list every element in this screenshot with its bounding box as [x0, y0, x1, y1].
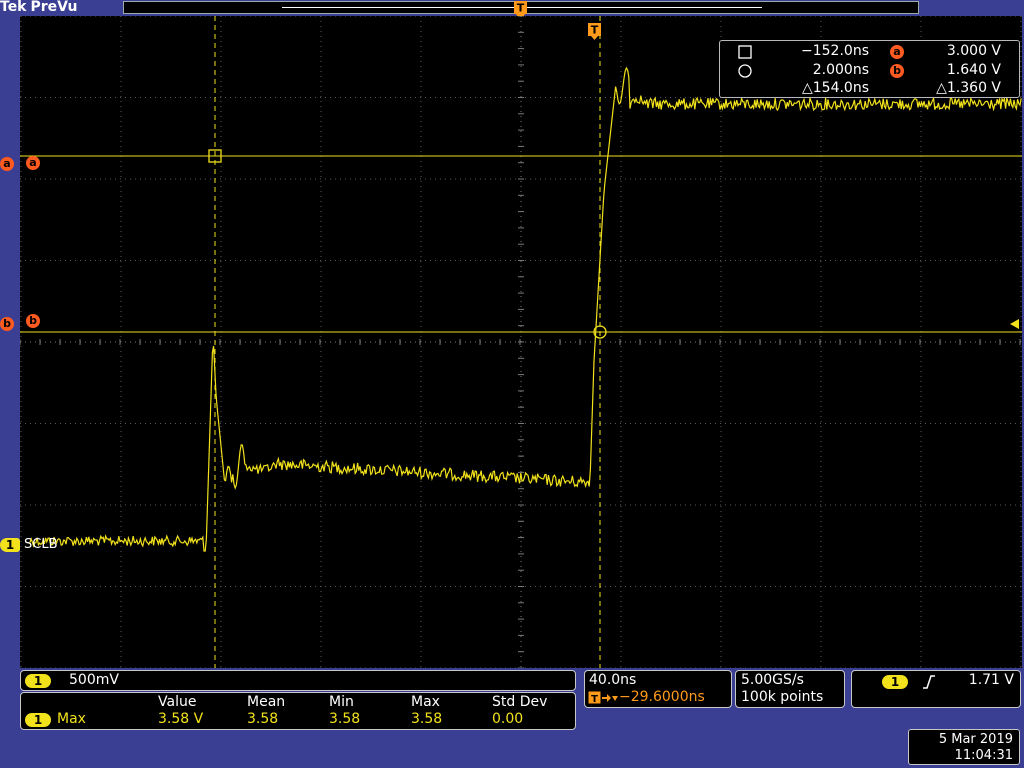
svg-text:T: T	[591, 694, 598, 705]
cursor-a-voltage: 3.000 V	[946, 43, 1001, 59]
cursor-b-badge: b	[0, 317, 14, 331]
meas-max: 3.58	[411, 711, 443, 727]
meas-header-stddev: Std Dev	[492, 694, 548, 710]
meas-header-max: Max	[411, 694, 440, 710]
waveform-graticule[interactable]: a b SCLB T	[20, 16, 1022, 668]
trigger-point-marker: T	[588, 23, 601, 40]
brand-label: Tek PreVu	[0, 0, 77, 15]
trigger-position-value: −29.6000ns	[619, 689, 705, 705]
trigger-level-arrow-icon[interactable]	[1010, 319, 1020, 329]
meas-header-mean: Mean	[247, 694, 286, 710]
cursor-b-badge-readout: b	[890, 64, 904, 78]
channel-1-ground-marker[interactable]: 1	[0, 538, 20, 552]
channel-trace-label: SCLB	[24, 537, 58, 552]
cursor-t1-value: −152.0ns	[801, 43, 869, 59]
cursor-delta-voltage: △1.360 V	[936, 80, 1001, 96]
cursor-t2-value: 2.000ns	[812, 62, 869, 78]
brand-tek: Tek	[0, 0, 27, 15]
meas-min: 3.58	[329, 711, 361, 727]
cursor-delta-time: △154.0ns	[801, 80, 869, 96]
trigger-level: 1.71 V	[968, 672, 1014, 688]
channel-1-scale-panel[interactable]: 1 500mV	[20, 670, 576, 691]
trigger-source-number: 1	[890, 675, 900, 689]
record-length: 100k points	[741, 689, 824, 705]
horizontal-scale: 40.0ns	[589, 672, 637, 688]
trigger-position-icon: T	[588, 691, 618, 705]
measurement-source-badge: 1	[25, 713, 51, 727]
time-label: 11:04:31	[954, 748, 1013, 763]
trigger-point-label: T	[591, 24, 599, 37]
meas-header-min: Min	[329, 694, 354, 710]
date-label: 5 Mar 2019	[938, 732, 1013, 747]
cursor-1-square-icon	[738, 45, 752, 59]
cursor-a-label: a	[26, 156, 40, 170]
channel-1-badge-number: 1	[33, 674, 43, 688]
graticule-svg	[20, 16, 1022, 668]
cursor-a-badge: a	[0, 157, 14, 171]
cursor-readout-box[interactable]: −152.0ns a 3.000 V 2.000ns b 1.640 V △15…	[719, 40, 1020, 98]
measurement-name: Max	[57, 711, 86, 727]
cursor-a-badge-readout: a	[890, 45, 904, 59]
channel-1-badge: 1	[25, 674, 51, 688]
rising-edge-icon	[923, 675, 935, 689]
meas-value: 3.58 V	[158, 711, 204, 727]
measurement-source-number: 1	[33, 713, 43, 727]
datetime-box: 5 Mar 2019 11:04:31	[908, 729, 1020, 765]
cursor-2-circle-icon	[738, 64, 752, 78]
sample-rate: 5.00GS/s	[741, 672, 804, 688]
meas-stddev: 0.00	[492, 711, 524, 727]
svg-text:T: T	[517, 2, 525, 15]
top-status-bar: Tek PreVu T	[0, 0, 1024, 21]
horizontal-panel[interactable]: 40.0ns T −29.6000ns	[584, 670, 732, 708]
cursor-a-marker[interactable]: a	[0, 156, 14, 171]
trigger-source-badge: 1	[882, 675, 908, 689]
cursor-b-label: b	[26, 314, 40, 328]
trigger-panel[interactable]: 1 1.71 V	[851, 670, 1021, 708]
acquisition-panel[interactable]: 5.00GS/s 100k points	[735, 670, 845, 708]
channel-1-vertical-scale: 500mV	[69, 672, 119, 688]
cursor-b-marker[interactable]: b	[0, 316, 14, 331]
measurement-panel[interactable]: Value Mean Min Max Std Dev 1 Max 3.58 V …	[20, 692, 576, 730]
meas-mean: 3.58	[247, 711, 279, 727]
channel-1-waveform	[29, 66, 1022, 552]
cursor-b-voltage: 1.640 V	[946, 62, 1001, 78]
meas-header-value: Value	[158, 694, 197, 710]
acquisition-mode: PreVu	[30, 0, 78, 15]
channel-1-ground-number: 1	[5, 538, 15, 552]
